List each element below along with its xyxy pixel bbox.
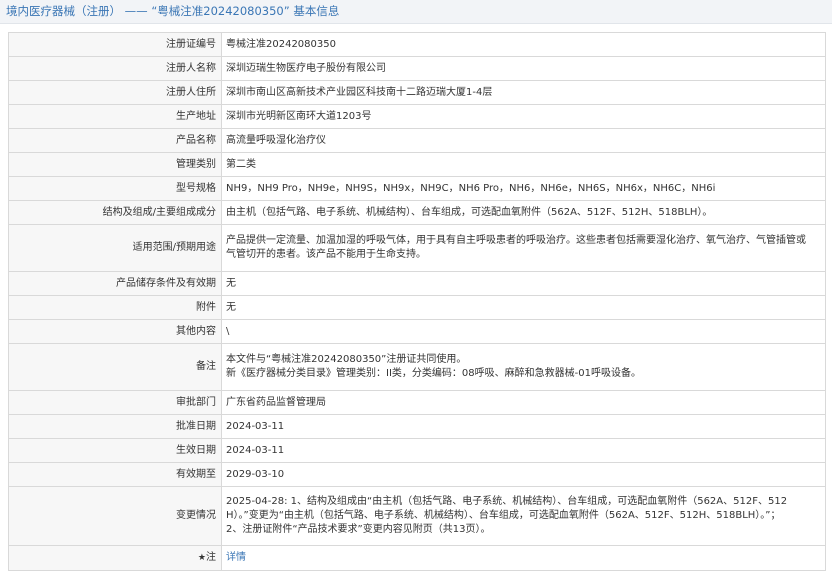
value-line: 2、注册证附件“产品技术要求”变更内容见附页（共13页）。 [226,524,491,535]
table-row: 审批部门 广东省药品监督管理局 [8,390,826,415]
field-value: 2025-04-28: 1、结构及组成由“由主机（包括气路、电子系统、机械结构）… [221,486,826,546]
field-label: 有效期至 [8,462,222,487]
field-value: 广东省药品监督管理局 [221,390,826,415]
table-row: 备注 本文件与“粤械注准20242080350”注册证共同使用。 新《医疗器械分… [8,343,826,391]
field-value: 由主机（包括气路、电子系统、机械结构）、台车组成，可选配血氧附件（562A、51… [221,200,826,225]
field-label: 注册证编号 [8,32,222,57]
field-value: \ [221,319,826,344]
value-line: 2025-04-28: 1、结构及组成由“由主机（包括气路、电子系统、机械结构）… [226,496,788,507]
note-label: 注 [206,552,216,563]
table-row: 有效期至 2029-03-10 [8,462,826,487]
field-label: 审批部门 [8,390,222,415]
field-label: 管理类别 [8,152,222,177]
table-row: 产品名称 高流量呼吸湿化治疗仪 [8,128,826,153]
field-label: 注册人住所 [8,80,222,105]
field-value: 深圳迈瑞生物医疗电子股份有限公司 [221,56,826,81]
table-row: 型号规格 NH9，NH9 Pro，NH9e，NH9S，NH9x，NH9C，NH6… [8,176,826,201]
field-label: 生产地址 [8,104,222,129]
record-number-title: “粤械注准20242080350” [151,4,290,18]
table-row: 管理类别 第二类 [8,152,826,177]
field-label: 产品名称 [8,128,222,153]
field-value: 粤械注准20242080350 [221,32,826,57]
field-value: 无 [221,295,826,320]
field-label: 备注 [8,343,222,391]
field-label: 型号规格 [8,176,222,201]
field-value: 2024-03-11 [221,414,826,439]
field-label: 注册人名称 [8,56,222,81]
value-line: 新《医疗器械分类目录》管理类别：II类，分类编码：08呼吸、麻醉和急救器械-01… [226,368,641,379]
table-row: 变更情况 2025-04-28: 1、结构及组成由“由主机（包括气路、电子系统、… [8,486,826,546]
table-row: 适用范围/预期用途 产品提供一定流量、加温加湿的呼吸气体，用于具有自主呼吸患者的… [8,224,826,272]
field-value: 第二类 [221,152,826,177]
field-value: NH9，NH9 Pro，NH9e，NH9S，NH9x，NH9C，NH6 Pro，… [221,176,826,201]
table-row: 产品储存条件及有效期 无 [8,271,826,296]
table-row: 结构及组成/主要组成成分 由主机（包括气路、电子系统、机械结构）、台车组成，可选… [8,200,826,225]
title-separator: —— [124,4,148,18]
field-value: 无 [221,271,826,296]
value-line: 气管切开的患者。该产品不能用于生命支持。 [226,249,426,260]
table-row: 生效日期 2024-03-11 [8,438,826,463]
table-row: 注册证编号 粤械注准20242080350 [8,32,826,57]
field-value: 深圳市南山区高新技术产业园区科技南十二路迈瑞大厦1-4层 [221,80,826,105]
table-row: 注册人住所 深圳市南山区高新技术产业园区科技南十二路迈瑞大厦1-4层 [8,80,826,105]
star-icon: ★ [197,553,206,563]
registration-info-table: 注册证编号 粤械注准20242080350 注册人名称 深圳迈瑞生物医疗电子股份… [8,32,826,571]
table-row: ★注 详情 [8,545,826,571]
value-line: 产品提供一定流量、加温加湿的呼吸气体，用于具有自主呼吸患者的呼吸治疗。这些患者包… [226,235,806,246]
breadcrumb-section[interactable]: 境内医疗器械（注册） [6,4,121,18]
title-suffix: 基本信息 [293,4,340,18]
field-label: 附件 [8,295,222,320]
field-value: 深圳市光明新区南环大道1203号 [221,104,826,129]
details-link[interactable]: 详情 [226,552,246,563]
field-label: 变更情况 [8,486,222,546]
field-value: 详情 [221,545,826,571]
field-value: 本文件与“粤械注准20242080350”注册证共同使用。 新《医疗器械分类目录… [221,343,826,391]
table-row: 生产地址 深圳市光明新区南环大道1203号 [8,104,826,129]
field-value: 高流量呼吸湿化治疗仪 [221,128,826,153]
value-line: H）。”变更为“由主机（包括气路、电子系统、机械结构）、台车组成，可选配血氧附件… [226,510,781,521]
field-value: 产品提供一定流量、加温加湿的呼吸气体，用于具有自主呼吸患者的呼吸治疗。这些患者包… [221,224,826,272]
field-label: 其他内容 [8,319,222,344]
field-label: ★注 [8,545,222,571]
table-row: 注册人名称 深圳迈瑞生物医疗电子股份有限公司 [8,56,826,81]
table-row: 其他内容 \ [8,319,826,344]
field-label: 适用范围/预期用途 [8,224,222,272]
table-row: 批准日期 2024-03-11 [8,414,826,439]
field-label: 生效日期 [8,438,222,463]
field-label: 批准日期 [8,414,222,439]
field-value: 2029-03-10 [221,462,826,487]
page-title-bar: 境内医疗器械（注册） —— “粤械注准20242080350” 基本信息 [0,0,832,24]
field-label: 产品储存条件及有效期 [8,271,222,296]
value-line: 本文件与“粤械注准20242080350”注册证共同使用。 [226,354,467,365]
field-label: 结构及组成/主要组成成分 [8,200,222,225]
table-row: 附件 无 [8,295,826,320]
field-value: 2024-03-11 [221,438,826,463]
